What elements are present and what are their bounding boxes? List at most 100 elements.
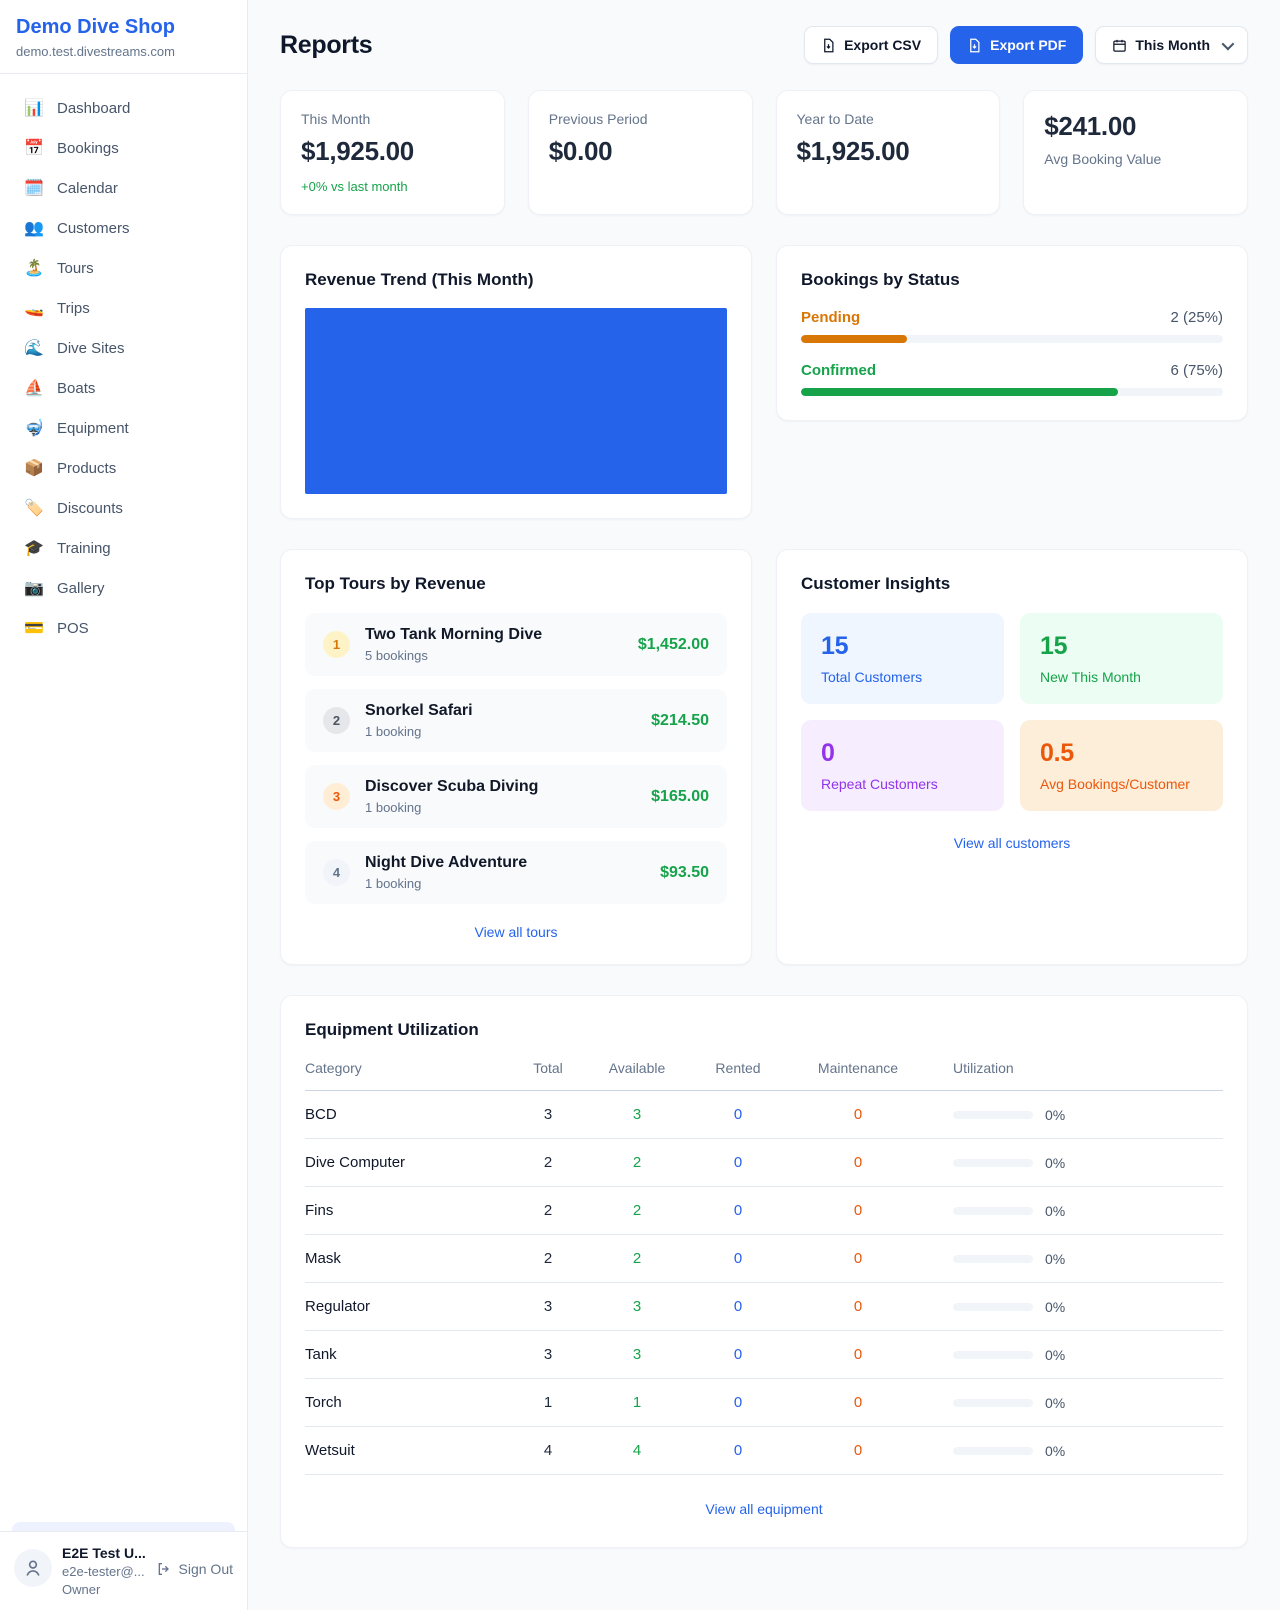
rank-badge: 1: [323, 631, 350, 658]
sidebar-item-customers[interactable]: 👥Customers: [12, 208, 235, 248]
dashboard-icon: 📊: [24, 98, 44, 118]
rank-badge: 2: [323, 707, 350, 734]
sidebar-item-training[interactable]: 🎓 Training: [12, 528, 235, 568]
view-all-equipment-link[interactable]: View all equipment: [305, 1501, 1223, 1517]
insight-value: 15: [821, 632, 984, 661]
sidebar-item-equipment[interactable]: 🤿Equipment: [12, 408, 235, 448]
sign-out-icon: [156, 1561, 172, 1577]
period-dropdown[interactable]: This Month: [1095, 26, 1248, 64]
training-icon: 🎓: [24, 538, 44, 558]
status-name: Pending: [801, 309, 860, 326]
sidebar-nav: 📊 Dashboard 📅Bookings🗓️Calendar👥Customers🏝…: [0, 74, 247, 1522]
bookings-by-status-card: Bookings by Status Pending2 (25%) Confirm…: [776, 245, 1248, 421]
brand-block[interactable]: Demo Dive Shop demo.test.divestreams.com: [0, 0, 247, 74]
stat-label: This Month: [301, 111, 484, 127]
equipment-maintenance: 0: [793, 1298, 923, 1315]
stats-row: This Month $1,925.00 +0% vs last month P…: [280, 90, 1248, 215]
status-label-row: Pending2 (25%): [801, 309, 1223, 326]
tour-info: Snorkel Safari1 booking: [365, 702, 636, 739]
stat-label: Year to Date: [797, 111, 980, 127]
insight-label: Avg Bookings/Customer: [1040, 776, 1203, 792]
sidebar-item-tours[interactable]: 🏝️Tours: [12, 248, 235, 288]
equipment-available: 1: [591, 1394, 683, 1411]
bookings-icon: 📅: [24, 138, 44, 158]
insight-tile-repeat-customers: 0Repeat Customers: [801, 720, 1004, 811]
tour-info: Night Dive Adventure1 booking: [365, 854, 645, 891]
equipment-rented: 0: [683, 1250, 793, 1267]
status-progress-track: [801, 388, 1223, 396]
insight-value: 15: [1040, 632, 1203, 661]
status-label-row: Confirmed6 (75%): [801, 362, 1223, 379]
sidebar-item-pos[interactable]: 💳POS: [12, 608, 235, 648]
export-pdf-button[interactable]: Export PDF: [950, 26, 1083, 64]
insight-value: 0.5: [1040, 739, 1203, 768]
column-header-total: Total: [505, 1060, 591, 1076]
column-header-rented: Rented: [683, 1060, 793, 1076]
equipment-maintenance: 0: [793, 1202, 923, 1219]
calendar-icon: [1112, 38, 1127, 53]
tour-info: Discover Scuba Diving1 booking: [365, 778, 636, 815]
insight-tile-total-customers: 15 Total Customers: [801, 613, 1004, 704]
file-download-icon: [967, 38, 982, 53]
tour-row-discover-scuba-diving: 3Discover Scuba Diving1 booking$165.00: [305, 765, 727, 828]
top-tours-title: Top Tours by Revenue: [305, 574, 727, 594]
sidebar: Demo Dive Shop demo.test.divestreams.com…: [0, 0, 248, 1610]
tour-row-night-dive-adventure: 4Night Dive Adventure1 booking$93.50: [305, 841, 727, 904]
utilization-percent: 0%: [1045, 1395, 1065, 1411]
tour-revenue: $214.50: [651, 712, 709, 730]
dive-sites-icon: 🌊: [24, 338, 44, 358]
equipment-title: Equipment Utilization: [305, 1020, 1223, 1040]
sidebar-item-gallery[interactable]: 📷Gallery: [12, 568, 235, 608]
equipment-maintenance: 0: [793, 1250, 923, 1267]
view-all-tours-link[interactable]: View all tours: [305, 924, 727, 940]
equipment-utilization-cell: 0%: [923, 1155, 1223, 1171]
sidebar-item-trips[interactable]: 🚤Trips: [12, 288, 235, 328]
sign-out-button[interactable]: Sign Out: [156, 1561, 233, 1577]
sidebar-item-products[interactable]: 📦Products: [12, 448, 235, 488]
equipment-row-tank: Tank33000%: [305, 1331, 1223, 1379]
equipment-utilization-cell: 0%: [923, 1251, 1223, 1267]
view-all-customers-link[interactable]: View all customers: [801, 835, 1223, 851]
sidebar-item-discounts[interactable]: 🏷️Discounts: [12, 488, 235, 528]
sidebar-item-dashboard[interactable]: 📊 Dashboard: [12, 88, 235, 128]
equipment-row-mask: Mask22000%: [305, 1235, 1223, 1283]
column-header-maintenance: Maintenance: [793, 1060, 923, 1076]
sidebar-item-label: Trips: [57, 300, 90, 317]
utilization-percent: 0%: [1045, 1203, 1065, 1219]
equipment-total: 2: [505, 1154, 591, 1171]
sidebar-item-calendar[interactable]: 🗓️Calendar: [12, 168, 235, 208]
equipment-rented: 0: [683, 1442, 793, 1459]
main-content: Reports Export CSV Export PDF This Month: [248, 0, 1280, 1588]
sidebar-active-item-partial[interactable]: [12, 1522, 235, 1531]
equipment-available: 3: [591, 1346, 683, 1363]
utilization-track: [953, 1159, 1033, 1167]
user-role: Owner: [62, 1582, 146, 1597]
equipment-maintenance: 0: [793, 1154, 923, 1171]
sidebar-item-dive-sites[interactable]: 🌊Dive Sites: [12, 328, 235, 368]
equipment-row-regulator: Regulator33000%: [305, 1283, 1223, 1331]
equipment-utilization-cell: 0%: [923, 1203, 1223, 1219]
sidebar-item-label: Tours: [57, 260, 94, 277]
rank-badge: 4: [323, 859, 350, 886]
products-icon: 📦: [24, 458, 44, 478]
export-csv-button[interactable]: Export CSV: [804, 26, 938, 64]
bookings-by-status-title: Bookings by Status: [801, 270, 1223, 290]
discounts-icon: 🏷️: [24, 498, 44, 518]
tour-bookings-count: 5 bookings: [365, 648, 623, 663]
stat-value: $1,925.00: [301, 136, 484, 167]
status-group-confirmed: Confirmed6 (75%): [801, 362, 1223, 396]
sidebar-item-label: Dashboard: [57, 100, 130, 117]
sidebar-item-label: Training: [57, 540, 111, 557]
sidebar-item-bookings[interactable]: 📅Bookings: [12, 128, 235, 168]
equipment-utilization-cell: 0%: [923, 1395, 1223, 1411]
status-value: 6 (75%): [1170, 362, 1223, 379]
sidebar-item-boats[interactable]: ⛵Boats: [12, 368, 235, 408]
stat-label: Previous Period: [549, 111, 732, 127]
stat-delta: +0% vs last month: [301, 179, 484, 194]
insight-label: Total Customers: [821, 669, 984, 685]
equipment-rented: 0: [683, 1202, 793, 1219]
status-progress-fill: [801, 335, 907, 343]
equipment-total: 3: [505, 1346, 591, 1363]
utilization-percent: 0%: [1045, 1347, 1065, 1363]
pos-icon: 💳: [24, 618, 44, 638]
